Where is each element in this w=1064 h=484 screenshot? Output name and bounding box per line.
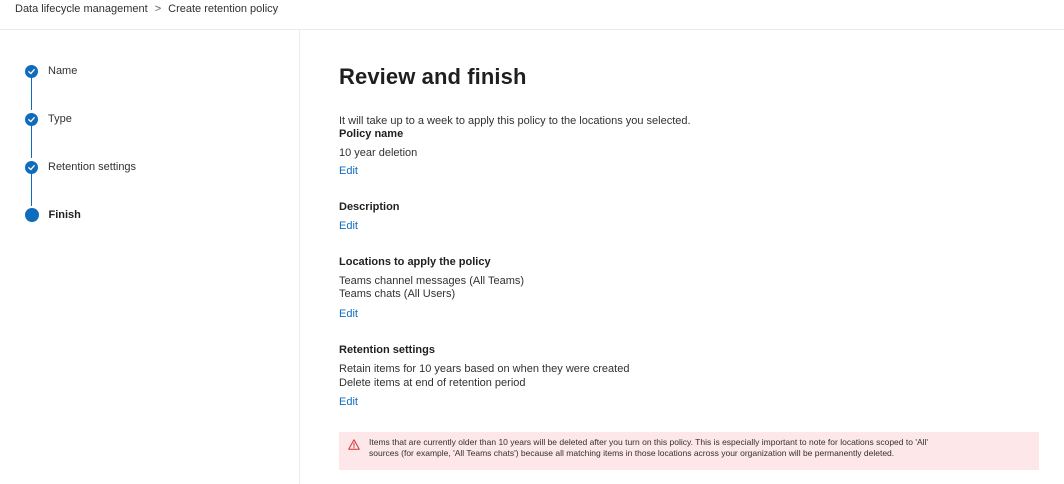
page-title: Review and finish xyxy=(339,64,527,89)
step-label: Type xyxy=(48,113,72,125)
retention-setting-item: Retain items for 10 years based on when … xyxy=(339,363,630,375)
step-retention-settings[interactable]: Retention settings xyxy=(25,159,136,175)
step-label: Finish xyxy=(48,209,81,221)
step-label: Name xyxy=(48,65,78,77)
step-connector xyxy=(31,174,32,206)
location-item: Teams chats (All Users) xyxy=(339,288,456,300)
edit-policy-name-link[interactable]: Edit xyxy=(339,165,358,177)
step-connector xyxy=(31,78,32,110)
deletion-warning-banner: Items that are currently older than 10 y… xyxy=(339,432,1039,470)
retention-setting-item: Delete items at end of retention period xyxy=(339,377,526,389)
page: Data lifecycle management > Create reten… xyxy=(0,0,1064,484)
warning-icon xyxy=(348,439,360,450)
warning-text-line: sources (for example, 'All Teams chats')… xyxy=(369,448,895,458)
policy-name-value: 10 year deletion xyxy=(339,147,418,159)
breadcrumb-current: Create retention policy xyxy=(168,3,279,15)
warning-text-line: Items that are currently older than 10 y… xyxy=(369,437,929,447)
wizard-stepper: Name Type Retention settings Finish xyxy=(0,30,300,484)
description-label: Description xyxy=(339,201,400,213)
step-connector xyxy=(31,126,32,158)
step-name[interactable]: Name xyxy=(25,63,77,79)
edit-locations-link[interactable]: Edit xyxy=(339,308,358,320)
step-finish[interactable]: Finish xyxy=(24,207,81,223)
locations-label: Locations to apply the policy xyxy=(339,256,491,268)
edit-retention-settings-link[interactable]: Edit xyxy=(339,396,358,408)
checkmark-icon xyxy=(25,160,38,174)
retention-settings-label: Retention settings xyxy=(339,344,435,356)
breadcrumb-separator: > xyxy=(154,3,162,15)
checkmark-icon xyxy=(25,112,38,126)
policy-name-label: Policy name xyxy=(339,128,404,140)
breadcrumb: Data lifecycle management > Create reten… xyxy=(15,0,278,18)
step-type[interactable]: Type xyxy=(25,111,72,127)
breadcrumb-data-lifecycle-management[interactable]: Data lifecycle management xyxy=(15,3,148,15)
edit-description-link[interactable]: Edit xyxy=(339,220,358,232)
intro-text: It will take up to a week to apply this … xyxy=(339,115,691,127)
step-label: Retention settings xyxy=(48,161,137,173)
location-item: Teams channel messages (All Teams) xyxy=(339,275,525,287)
current-step-dot-icon xyxy=(24,208,39,222)
checkmark-icon xyxy=(25,64,38,78)
